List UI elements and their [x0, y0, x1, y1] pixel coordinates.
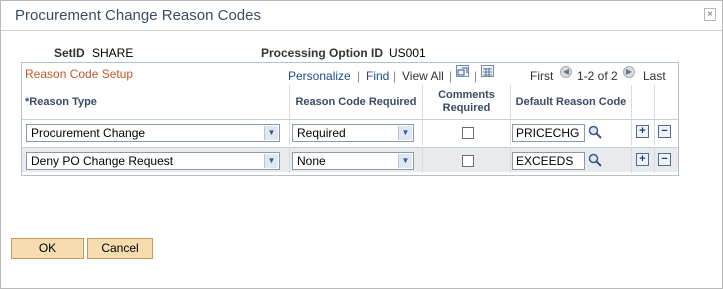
default-code-cell: EXCEEDS: [511, 148, 632, 173]
reason-type-cell: Procurement Change ▼: [22, 120, 290, 145]
column-header-reason-code-required: Reason Code Required: [290, 85, 423, 119]
code-required-select[interactable]: None ▼: [292, 152, 414, 170]
dropdown-icon: ▼: [264, 154, 278, 168]
column-header-default-reason-code: Default Reason Code: [511, 85, 632, 119]
add-row-button[interactable]: +: [636, 153, 649, 166]
delete-row-button[interactable]: −: [658, 153, 671, 166]
cancel-button[interactable]: Cancel: [87, 238, 153, 259]
comments-required-cell: [423, 120, 511, 145]
lookup-icon[interactable]: [588, 125, 602, 139]
lookup-icon[interactable]: [588, 153, 602, 167]
delete-cell: −: [655, 120, 678, 145]
prev-icon[interactable]: ◀: [560, 66, 572, 78]
view-all-link[interactable]: View All: [402, 69, 444, 83]
add-cell: +: [632, 148, 655, 173]
comments-required-cell: [423, 148, 511, 173]
reason-type-select[interactable]: Procurement Change ▼: [26, 124, 280, 142]
setid-value: SHARE: [92, 46, 134, 60]
setid-label: SetID: [54, 46, 85, 60]
dropdown-icon: ▼: [398, 154, 412, 168]
code-required-cell: Required ▼: [290, 120, 423, 145]
column-header-delete: [655, 85, 678, 119]
dropdown-icon: ▼: [398, 126, 412, 140]
last-link[interactable]: Last: [643, 69, 666, 83]
next-icon[interactable]: ▶: [623, 66, 635, 78]
code-required-select[interactable]: Required ▼: [292, 124, 414, 142]
nav-separator: |: [357, 69, 361, 83]
comments-required-checkbox[interactable]: [462, 155, 474, 167]
table-row: Procurement Change ▼ Required ▼ PRICECHG…: [22, 119, 678, 145]
dropdown-icon: ▼: [264, 126, 278, 140]
default-code-cell: PRICECHG: [511, 120, 632, 145]
column-header-reason-type: *Reason Type: [22, 85, 290, 119]
column-header-comments-required: Comments Required: [423, 85, 511, 119]
table-row: Deny PO Change Request ▼ None ▼ EXCEEDS …: [22, 147, 678, 173]
nav-separator: |: [474, 69, 478, 83]
zoom-icon[interactable]: [456, 65, 469, 77]
reason-type-cell: Deny PO Change Request ▼: [22, 148, 290, 173]
personalize-link[interactable]: Personalize: [288, 69, 351, 83]
default-reason-code-input[interactable]: PRICECHG: [512, 124, 585, 142]
nav-separator: |: [393, 69, 397, 83]
dialog: Procurement Change Reason Codes × SetID …: [0, 0, 723, 289]
column-header-add: [632, 85, 655, 119]
first-link[interactable]: First: [530, 69, 553, 83]
processing-option-value: US001: [389, 46, 426, 60]
code-required-cell: None ▼: [290, 148, 423, 173]
download-icon[interactable]: [481, 65, 494, 77]
add-cell: +: [632, 120, 655, 145]
default-reason-code-input[interactable]: EXCEEDS: [512, 152, 585, 170]
delete-cell: −: [655, 148, 678, 173]
comments-required-checkbox[interactable]: [462, 127, 474, 139]
delete-row-button[interactable]: −: [658, 125, 671, 138]
ok-button[interactable]: OK: [11, 238, 84, 259]
row-range: 1-2 of 2: [577, 69, 618, 83]
dialog-title: Procurement Change Reason Codes: [15, 7, 261, 24]
grid-title: Reason Code Setup: [25, 67, 134, 81]
close-icon[interactable]: ×: [704, 8, 716, 21]
processing-option-label: Processing Option ID: [261, 46, 384, 60]
nav-separator: |: [449, 69, 453, 83]
find-link[interactable]: Find: [366, 69, 389, 83]
reason-code-grid: Reason Code Setup Personalize | Find | V…: [21, 62, 679, 176]
title-bar: Procurement Change Reason Codes ×: [1, 1, 722, 31]
reason-type-select[interactable]: Deny PO Change Request ▼: [26, 152, 280, 170]
add-row-button[interactable]: +: [636, 125, 649, 138]
